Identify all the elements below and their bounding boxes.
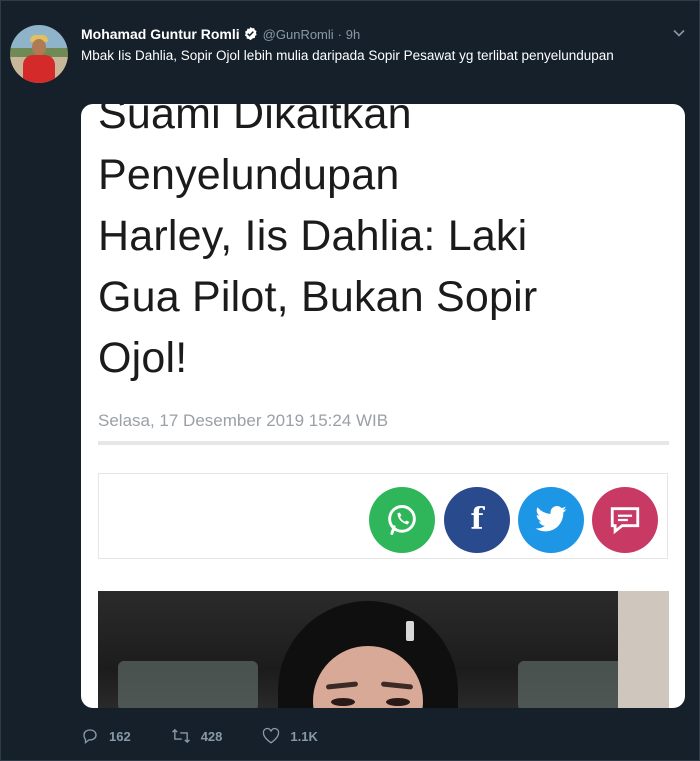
whatsapp-icon[interactable]: [369, 487, 435, 553]
tweet[interactable]: Mohamad Guntur Romli @GunRomli · 9h Mbak …: [0, 0, 700, 761]
retweet-button[interactable]: 428: [171, 727, 223, 745]
headline-line: Harley, Iis Dahlia: Laki: [98, 212, 528, 260]
article-headline: Suami Dikaitkan Penyelundupan Harley, Ii…: [98, 104, 678, 389]
tweet-actions: 162 428 1.1K: [81, 726, 358, 746]
headline-line: Ojol!: [98, 334, 188, 382]
reply-icon: [83, 729, 97, 744]
like-count: 1.1K: [290, 728, 318, 744]
tweet-header: Mohamad Guntur Romli @GunRomli · 9h: [81, 26, 360, 45]
comment-icon[interactable]: [592, 487, 658, 553]
retweet-count: 428: [200, 728, 223, 744]
heart-icon: [263, 727, 280, 744]
timestamp[interactable]: 9h: [346, 27, 360, 42]
headline-line: Suami Dikaitkan: [98, 104, 412, 138]
avatar[interactable]: [10, 25, 68, 83]
like-button[interactable]: 1.1K: [262, 727, 318, 745]
headline-line: Penyelundupan: [98, 151, 400, 199]
headline-line: Gua Pilot, Bukan Sopir: [98, 273, 538, 321]
reply-count: 162: [109, 728, 131, 744]
author-name[interactable]: Mohamad Guntur Romli: [81, 26, 240, 42]
facebook-icon[interactable]: f: [444, 487, 510, 553]
author-handle[interactable]: @GunRomli: [263, 27, 334, 42]
reply-button[interactable]: 162: [81, 727, 131, 745]
verified-icon: [243, 26, 258, 45]
retweet-icon: [171, 728, 190, 744]
article-photo: [98, 591, 669, 708]
divider: [98, 441, 669, 445]
tweet-text: Mbak Iis Dahlia, Sopir Ojol lebih mulia …: [81, 48, 614, 63]
chevron-down-icon[interactable]: [671, 25, 687, 41]
twitter-icon[interactable]: [518, 487, 584, 553]
article-date: Selasa, 17 Desember 2019 15:24 WIB: [98, 411, 389, 430]
separator: ·: [337, 27, 342, 42]
media-card[interactable]: Suami Dikaitkan Penyelundupan Harley, Ii…: [81, 104, 685, 708]
